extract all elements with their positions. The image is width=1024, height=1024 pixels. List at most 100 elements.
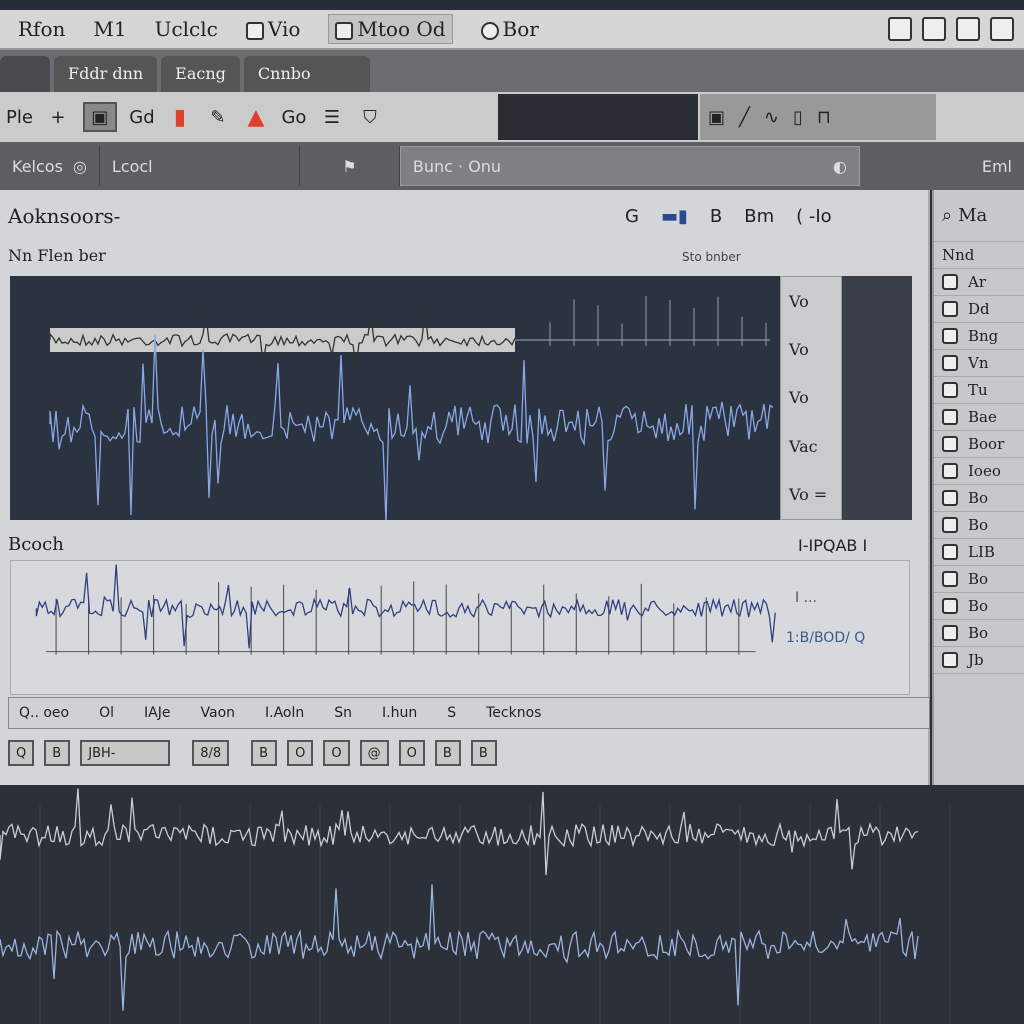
background-waveform (0, 785, 1024, 1024)
camera-icon[interactable]: ▣ (708, 107, 725, 128)
toolbar-play[interactable]: Ple (6, 102, 33, 132)
sidebar-item[interactable]: Ar (934, 269, 1024, 296)
panel-subtitle-right: Sto bnber (682, 250, 741, 264)
menu-item-edit[interactable]: M1 (93, 17, 126, 41)
button[interactable]: @ (359, 740, 389, 766)
button[interactable]: JBH- (80, 740, 171, 766)
panel-tool-b[interactable]: B (710, 206, 722, 227)
maximize-icon[interactable] (922, 17, 946, 41)
sidebar-item-label: Bo (968, 516, 989, 534)
tab-fader[interactable]: Fddr dnn (54, 56, 158, 92)
panel-tool-zoom[interactable]: ( -Io (796, 206, 832, 227)
detail-waveform (35, 564, 776, 649)
sidebar-item-label: Ioeo (968, 462, 1001, 480)
menu-item-audio[interactable]: Mtoo Od (328, 14, 453, 44)
sidebar-item[interactable]: Ioeo (934, 458, 1024, 485)
pencil-icon[interactable]: ✎ (205, 102, 231, 132)
select-tool-icon[interactable]: ▣ (82, 102, 117, 132)
tab-combo[interactable]: Cnnbo (243, 56, 370, 92)
sidebar-item[interactable]: Bng (934, 323, 1024, 350)
menu-item-help[interactable]: Bor (480, 17, 539, 41)
tab-bar: Fddr dnn Eacng Cnnbo (0, 50, 1024, 92)
sidebar-item[interactable]: Vn (934, 350, 1024, 377)
status-item[interactable]: I.hun (382, 705, 417, 721)
toolbar-gd[interactable]: Gd (129, 102, 155, 132)
button[interactable]: O (287, 740, 314, 766)
page-icon[interactable]: ▯ (793, 107, 803, 128)
item-icon (942, 490, 958, 506)
status-item[interactable]: Sn (334, 705, 352, 721)
status-item[interactable]: IAJe (144, 705, 170, 721)
search-icon[interactable]: ⌕ (942, 205, 952, 226)
plus-icon[interactable]: + (45, 102, 71, 132)
item-icon (942, 274, 958, 290)
button[interactable]: B (470, 740, 497, 766)
flag-icon[interactable]: ⚑ (300, 146, 400, 186)
record-icon (480, 21, 499, 40)
button[interactable]: B (44, 740, 71, 766)
waveform-plot-detail[interactable] (10, 560, 910, 695)
waveform-plot-main[interactable] (10, 276, 780, 520)
button[interactable]: O (323, 740, 350, 766)
tab-home[interactable] (0, 56, 50, 92)
settings-icon[interactable] (956, 17, 980, 41)
status-item[interactable]: Vaon (201, 705, 236, 721)
sidebar-item[interactable]: Bo (934, 485, 1024, 512)
wave-icon[interactable]: ∿ (764, 107, 779, 128)
sidebar-item[interactable]: Tu (934, 377, 1024, 404)
toggle-icon[interactable]: ▬▮ (661, 206, 688, 227)
bg-waveform-lower (0, 884, 919, 1011)
sidebar-item-label: Ar (968, 273, 987, 291)
sidebar-item[interactable]: Dd (934, 296, 1024, 323)
button[interactable]: B (434, 740, 461, 766)
menu-item-file[interactable]: Rfon (18, 17, 65, 41)
track-extra[interactable]: Eml (970, 146, 1024, 186)
sidebar-item[interactable]: Bae (934, 404, 1024, 431)
sidebar-item[interactable]: Jb (934, 647, 1024, 674)
button[interactable]: 8/8 (192, 740, 230, 766)
track-name-field[interactable]: Bunc · Onu ◐ (399, 146, 860, 186)
menu-item-view[interactable]: Uclclc (155, 17, 218, 41)
status-item[interactable]: I.Aoln (265, 705, 304, 721)
status-item[interactable]: Tecknos (486, 705, 541, 721)
track-selector[interactable]: Kelcos ◎ (0, 146, 100, 186)
record-icon[interactable]: ▮ (167, 102, 193, 132)
shield-icon[interactable]: ⛉ (357, 102, 383, 132)
sidebar-item[interactable]: LIB (934, 539, 1024, 566)
warning-icon[interactable]: ▲ (243, 102, 269, 132)
waveform-side-panel (842, 276, 912, 520)
sidebar-item[interactable]: Bo (934, 566, 1024, 593)
button[interactable]: Q (8, 740, 35, 766)
sidebar-item[interactable]: Bo (934, 593, 1024, 620)
tab-energy[interactable]: Eacng (161, 56, 240, 92)
item-icon (942, 598, 958, 614)
scale-label: Vo (789, 388, 809, 408)
status-item[interactable]: Ol (99, 705, 114, 721)
sidebar-item[interactable]: Bo (934, 620, 1024, 647)
section-title: Bcoch (8, 534, 64, 555)
menu-item-label: Mtoo Od (357, 17, 446, 41)
item-icon (942, 382, 958, 398)
button[interactable]: O (398, 740, 425, 766)
sidebar-item-label: Dd (968, 300, 990, 318)
scale-label: Vo (789, 340, 809, 360)
close-icon[interactable] (990, 17, 1014, 41)
main-waveform (49, 334, 774, 520)
status-item[interactable]: Q.. oeo (19, 705, 69, 721)
menu-item-tools[interactable]: Vio (245, 17, 300, 41)
section-right-label: I-IPQAB I (798, 536, 868, 555)
panel-tool-g[interactable]: G (625, 206, 639, 227)
menu-lines-icon[interactable]: ☰ (319, 102, 345, 132)
minimize-icon[interactable] (888, 17, 912, 41)
window-controls (888, 17, 1024, 41)
pen-icon[interactable]: ╱ (739, 107, 750, 128)
lock-icon[interactable]: ⊓ (817, 107, 831, 128)
sidebar-item[interactable]: Boor (934, 431, 1024, 458)
track-mode[interactable]: Lcocl (100, 146, 300, 186)
status-item[interactable]: S (447, 705, 456, 721)
button[interactable]: B (251, 740, 278, 766)
sidebar-item[interactable]: Bo (934, 512, 1024, 539)
toolbar-go[interactable]: Go (281, 102, 307, 132)
sidebar-item-label: Bo (968, 624, 989, 642)
panel-tool-bm[interactable]: Bm (744, 206, 774, 227)
